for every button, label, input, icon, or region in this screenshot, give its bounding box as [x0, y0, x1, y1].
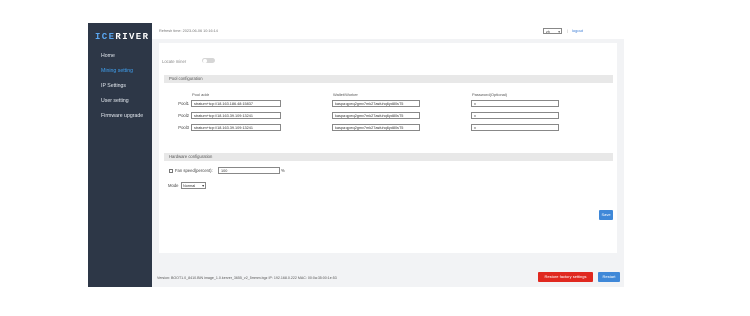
restore-factory-settings-button[interactable]: Restore factory settings: [538, 272, 593, 282]
pool2-label: Pool2: [178, 113, 189, 118]
pool3-label: Pool3: [178, 125, 189, 130]
mode-label: Mode: [168, 183, 179, 188]
col-password: Password(Optional): [472, 92, 508, 97]
language-select[interactable]: zh ▾: [543, 28, 562, 34]
pool1-password-input[interactable]: x: [471, 100, 559, 107]
sidebar-nav: Home Mining setting IP Settings User set…: [88, 49, 152, 124]
col-wallet-worker: Wallet/Worker: [333, 92, 358, 97]
toggle-knob: [203, 58, 207, 63]
pool3-wallet-input[interactable]: kaspa:qpeq2gmv7mk27asfuhq6yd80sT5: [332, 124, 420, 131]
mode-select[interactable]: Normal ▾: [181, 182, 206, 189]
restart-button[interactable]: Restart: [598, 272, 620, 282]
sidebar-item-ip-settings[interactable]: IP Settings: [88, 79, 152, 94]
separator: |: [567, 28, 569, 33]
sidebar-item-home[interactable]: Home: [88, 49, 152, 64]
sidebar-item-user-setting[interactable]: User setting: [88, 94, 152, 109]
refresh-time: Refresh time: 2023-06-06 10:16:14: [159, 29, 218, 33]
fan-speed-unit: %: [281, 168, 285, 173]
pool1-addr-input[interactable]: stratum+tcp://18.163.186.48:15837: [191, 100, 281, 107]
sidebar: ICERIVER Home Mining setting IP Settings…: [88, 23, 152, 287]
fan-speed-input[interactable]: 100: [218, 167, 280, 174]
pool1-wallet-input[interactable]: kaspa:qpeq2gmv7mk27asfuhq6yd80sT5: [332, 100, 420, 107]
language-value: zh: [546, 30, 550, 34]
pool2-password-input[interactable]: x: [471, 112, 559, 119]
iceriver-logo: ICERIVER: [95, 32, 150, 42]
fan-speed-checkbox[interactable]: [169, 169, 173, 173]
logout-link[interactable]: logout: [572, 28, 583, 33]
version-info: Version: BOOT1.0_8410.BIN image_1.0.kerv…: [157, 276, 337, 280]
pool2-wallet-input[interactable]: kaspa:qpeq2gmv7mk27asfuhq6yd80sT5: [332, 112, 420, 119]
pool3-addr-input[interactable]: stratum+tcp://18.163.39.109:13241: [191, 124, 281, 131]
fan-speed-label: Fan speed(percent):: [175, 168, 213, 173]
mode-value: Normal: [183, 184, 196, 188]
pool1-label: Pool1: [178, 101, 189, 106]
pool2-addr-input[interactable]: stratum+tcp://18.163.39.109:13241: [191, 112, 281, 119]
pool-config-header: Pool configuration: [164, 75, 613, 83]
locate-miner-toggle[interactable]: [202, 58, 215, 63]
sidebar-item-firmware-upgrade[interactable]: Firmware upgrade: [88, 109, 152, 124]
chevron-down-icon: ▾: [558, 30, 560, 34]
sidebar-item-mining-setting[interactable]: Mining setting: [88, 64, 152, 79]
chevron-down-icon: ▾: [202, 184, 204, 188]
col-pool-addr: Pool addr: [192, 92, 210, 97]
locate-miner-label: Locate miner: [162, 59, 187, 64]
pool3-password-input[interactable]: x: [471, 124, 559, 131]
save-button[interactable]: Save: [599, 210, 613, 220]
hardware-config-header: Hardware configuration: [164, 153, 613, 161]
top-bar: Refresh time: 2023-06-06 10:16:14 zh ▾ |…: [152, 23, 624, 39]
